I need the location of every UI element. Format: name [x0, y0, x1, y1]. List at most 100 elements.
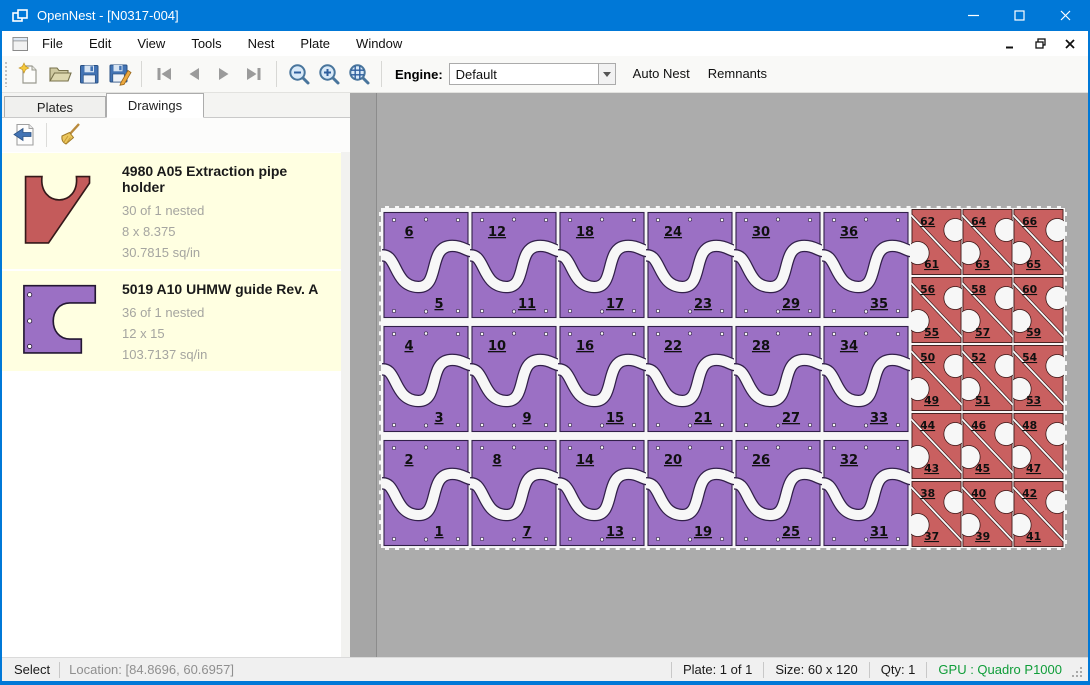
- purple-part-pair[interactable]: 30 29: [734, 208, 822, 322]
- purple-part-pair[interactable]: 18 17: [558, 208, 646, 322]
- drawing-list: 4980 A05 Extraction pipe holder 30 of 1 …: [2, 152, 350, 657]
- red-part-pair[interactable]: 38 37: [911, 480, 962, 548]
- drawing-name: 4980 A05 Extraction pipe holder: [122, 163, 331, 195]
- engine-select[interactable]: Default: [449, 63, 599, 85]
- drawing-info: 5019 A10 UHMW guide Rev. A 36 of 1 neste…: [112, 277, 331, 365]
- purple-part-pair[interactable]: 16 15: [558, 322, 646, 436]
- close-button[interactable]: [1042, 0, 1088, 31]
- part-shape-purple: [16, 280, 104, 362]
- red-part-pair[interactable]: 44 43: [911, 412, 962, 480]
- purple-part-pair[interactable]: 6 5: [382, 208, 470, 322]
- menu-edit[interactable]: Edit: [76, 31, 124, 56]
- red-part-pair[interactable]: 46 45: [962, 412, 1013, 480]
- panel-scrollbar[interactable]: [341, 152, 350, 657]
- status-gpu: GPU : Quadro P1000: [936, 662, 1064, 677]
- resize-grip[interactable]: [1072, 667, 1084, 679]
- drawing-item-4980[interactable]: 4980 A05 Extraction pipe holder 30 of 1 …: [2, 153, 341, 269]
- svg-text:31: 31: [870, 525, 888, 540]
- tab-drawings[interactable]: Drawings: [106, 93, 204, 118]
- menu-nest[interactable]: Nest: [235, 31, 288, 56]
- menu-window[interactable]: Window: [343, 31, 415, 56]
- mdi-close-button[interactable]: [1060, 35, 1080, 53]
- zoom-in-button[interactable]: [314, 59, 344, 89]
- engine-dropdown-button[interactable]: [599, 63, 616, 85]
- nav-first-button[interactable]: [149, 59, 179, 89]
- purple-part-pair[interactable]: 26 25: [734, 436, 822, 550]
- nest-canvas[interactable]: 6 5 12 11 18 17 24: [350, 93, 1088, 657]
- purple-part-pair[interactable]: 8 7: [470, 436, 558, 550]
- svg-text:40: 40: [971, 487, 986, 500]
- svg-text:39: 39: [975, 530, 990, 543]
- red-part-pair[interactable]: 54 53: [1013, 344, 1064, 412]
- save-button[interactable]: [74, 59, 104, 89]
- red-part-pair[interactable]: 66 65: [1013, 208, 1064, 276]
- purple-part-pair[interactable]: 34 33: [822, 322, 910, 436]
- toolbar-grip[interactable]: [4, 61, 9, 87]
- drawing-item-5019[interactable]: 5019 A10 UHMW guide Rev. A 36 of 1 neste…: [2, 271, 341, 371]
- svg-text:45: 45: [975, 462, 990, 475]
- open-button[interactable]: [44, 59, 74, 89]
- content-area: Plates Drawings: [2, 93, 1088, 657]
- menu-file[interactable]: File: [29, 31, 76, 56]
- red-part-pair[interactable]: 56 55: [911, 276, 962, 344]
- svg-text:2: 2: [404, 453, 413, 468]
- status-plate: Plate: 1 of 1: [681, 662, 754, 677]
- red-part-pair[interactable]: 50 49: [911, 344, 962, 412]
- svg-text:49: 49: [924, 394, 939, 407]
- svg-text:54: 54: [1022, 351, 1037, 364]
- svg-text:21: 21: [694, 411, 712, 426]
- svg-text:56: 56: [920, 283, 935, 296]
- menu-view[interactable]: View: [124, 31, 178, 56]
- toolbar-separator: [381, 61, 382, 87]
- red-part-pair[interactable]: 42 41: [1013, 480, 1064, 548]
- red-part-pair[interactable]: 60 59: [1013, 276, 1064, 344]
- purple-part-pair[interactable]: 20 19: [646, 436, 734, 550]
- menu-plate[interactable]: Plate: [287, 31, 343, 56]
- purple-part-pair[interactable]: 22 21: [646, 322, 734, 436]
- auto-nest-button[interactable]: Auto Nest: [624, 60, 699, 88]
- purple-part-pair[interactable]: 4 3: [382, 322, 470, 436]
- red-part-pair[interactable]: 62 61: [911, 208, 962, 276]
- title-bar: OpenNest - [N0317-004]: [2, 0, 1088, 31]
- save-as-icon: [107, 62, 132, 86]
- svg-text:30: 30: [752, 225, 770, 240]
- new-file-icon: [17, 62, 41, 86]
- purple-part-pair[interactable]: 10 9: [470, 322, 558, 436]
- purple-part-pair[interactable]: 32 31: [822, 436, 910, 550]
- new-button[interactable]: [14, 59, 44, 89]
- nav-next-button[interactable]: [209, 59, 239, 89]
- nav-first-icon: [153, 63, 175, 85]
- purple-part-pair[interactable]: 24 23: [646, 208, 734, 322]
- minimize-button[interactable]: [950, 0, 996, 31]
- red-part-pair[interactable]: 58 57: [962, 276, 1013, 344]
- import-drawing-button[interactable]: [10, 121, 38, 149]
- clean-button[interactable]: [55, 121, 83, 149]
- app-window: OpenNest - [N0317-004] File Edit View To…: [0, 0, 1090, 685]
- mdi-restore-button[interactable]: [1030, 35, 1050, 53]
- red-part-pair[interactable]: 48 47: [1013, 412, 1064, 480]
- svg-text:34: 34: [840, 339, 858, 354]
- zoom-out-button[interactable]: [284, 59, 314, 89]
- nav-prev-button[interactable]: [179, 59, 209, 89]
- left-panel: Plates Drawings: [2, 93, 350, 657]
- red-part-pair[interactable]: 52 51: [962, 344, 1013, 412]
- save-as-button[interactable]: [104, 59, 134, 89]
- purple-part-pair[interactable]: 28 27: [734, 322, 822, 436]
- drawing-nested: 36 of 1 nested: [122, 302, 331, 323]
- nav-last-button[interactable]: [239, 59, 269, 89]
- maximize-button[interactable]: [996, 0, 1042, 31]
- mdi-minimize-button[interactable]: [1000, 35, 1020, 53]
- purple-part-pair[interactable]: 36 35: [822, 208, 910, 322]
- purple-part-pair[interactable]: 12 11: [470, 208, 558, 322]
- tab-plates[interactable]: Plates: [4, 96, 106, 117]
- purple-part-pair[interactable]: 14 13: [558, 436, 646, 550]
- menu-tools[interactable]: Tools: [178, 31, 234, 56]
- red-part-pair[interactable]: 64 63: [962, 208, 1013, 276]
- svg-text:61: 61: [924, 258, 939, 271]
- purple-part-pair[interactable]: 2 1: [382, 436, 470, 550]
- plate[interactable]: 6 5 12 11 18 17 24: [379, 206, 1067, 550]
- remnants-button[interactable]: Remnants: [699, 60, 776, 88]
- red-part-pair[interactable]: 40 39: [962, 480, 1013, 548]
- zoom-fit-button[interactable]: [344, 59, 374, 89]
- svg-text:6: 6: [404, 225, 413, 240]
